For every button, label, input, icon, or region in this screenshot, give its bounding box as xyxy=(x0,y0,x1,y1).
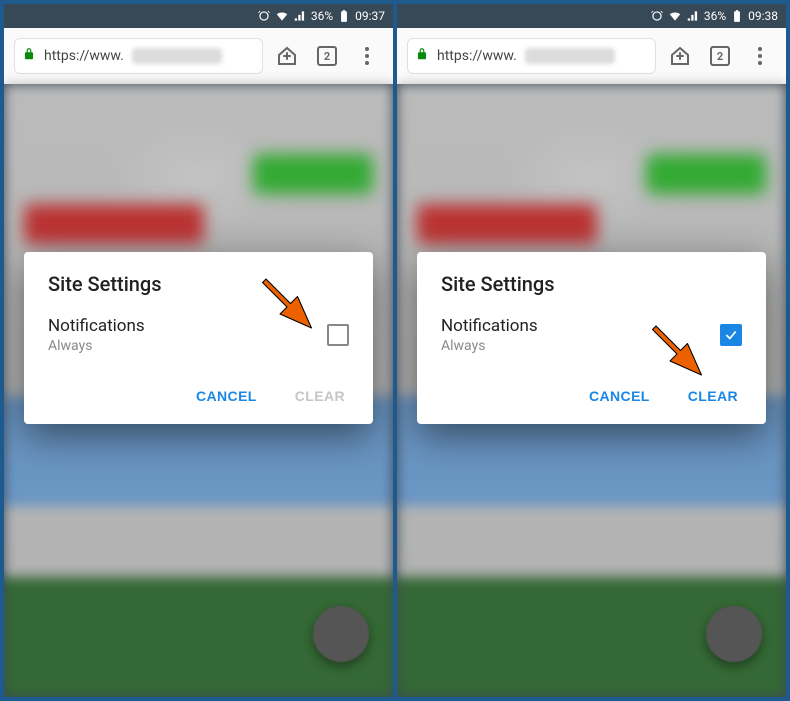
alarm-icon xyxy=(650,9,664,23)
status-bar: 36% 09:38 xyxy=(397,4,786,28)
url-scheme: https://www. xyxy=(437,48,517,64)
fab-button[interactable] xyxy=(313,606,369,662)
status-bar: 36% 09:37 xyxy=(4,4,393,28)
tabs-icon[interactable]: 2 xyxy=(704,40,736,72)
menu-icon[interactable] xyxy=(744,40,776,72)
lock-icon xyxy=(22,47,36,65)
status-time: 09:38 xyxy=(748,9,778,23)
tabs-icon[interactable]: 2 xyxy=(311,40,343,72)
url-scheme: https://www. xyxy=(44,48,124,64)
wifi-icon xyxy=(275,9,289,23)
battery-icon xyxy=(337,9,351,23)
url-blur xyxy=(525,48,615,64)
alarm-icon xyxy=(257,9,271,23)
dialog-title: Site Settings xyxy=(441,272,742,296)
arrow-to-checkbox xyxy=(252,272,322,342)
arrow-to-clear xyxy=(642,319,712,389)
fab-button[interactable] xyxy=(706,606,762,662)
tab-count: 2 xyxy=(710,46,730,66)
cancel-button[interactable]: CANCEL xyxy=(192,378,261,414)
notif-checkbox[interactable] xyxy=(327,324,349,346)
url-blur xyxy=(132,48,222,64)
url-bar[interactable]: https://www. xyxy=(407,38,656,74)
battery-pct: 36% xyxy=(704,9,726,23)
notif-checkbox[interactable] xyxy=(720,324,742,346)
clear-button[interactable]: CLEAR xyxy=(291,378,349,414)
site-settings-dialog: Site Settings Notifications Always CANCE… xyxy=(417,252,766,424)
bg-green-blur xyxy=(646,154,766,194)
signal-icon xyxy=(293,9,307,23)
lock-icon xyxy=(415,47,429,65)
battery-pct: 36% xyxy=(311,9,333,23)
home-icon[interactable] xyxy=(271,40,303,72)
browser-toolbar: https://www. 2 xyxy=(397,28,786,84)
bg-red-blur xyxy=(417,204,597,244)
browser-toolbar: https://www. 2 xyxy=(4,28,393,84)
url-bar[interactable]: https://www. xyxy=(14,38,263,74)
tab-count: 2 xyxy=(317,46,337,66)
status-time: 09:37 xyxy=(355,9,385,23)
panel-right: 36% 09:38 https://www. 2 Site Settings N… xyxy=(397,4,786,697)
battery-icon xyxy=(730,9,744,23)
bg-red-blur xyxy=(24,204,204,244)
signal-icon xyxy=(686,9,700,23)
home-icon[interactable] xyxy=(664,40,696,72)
panel-left: 36% 09:37 https://www. 2 Site Settings N… xyxy=(4,4,393,697)
menu-icon[interactable] xyxy=(351,40,383,72)
wifi-icon xyxy=(668,9,682,23)
bg-green-blur xyxy=(253,154,373,194)
